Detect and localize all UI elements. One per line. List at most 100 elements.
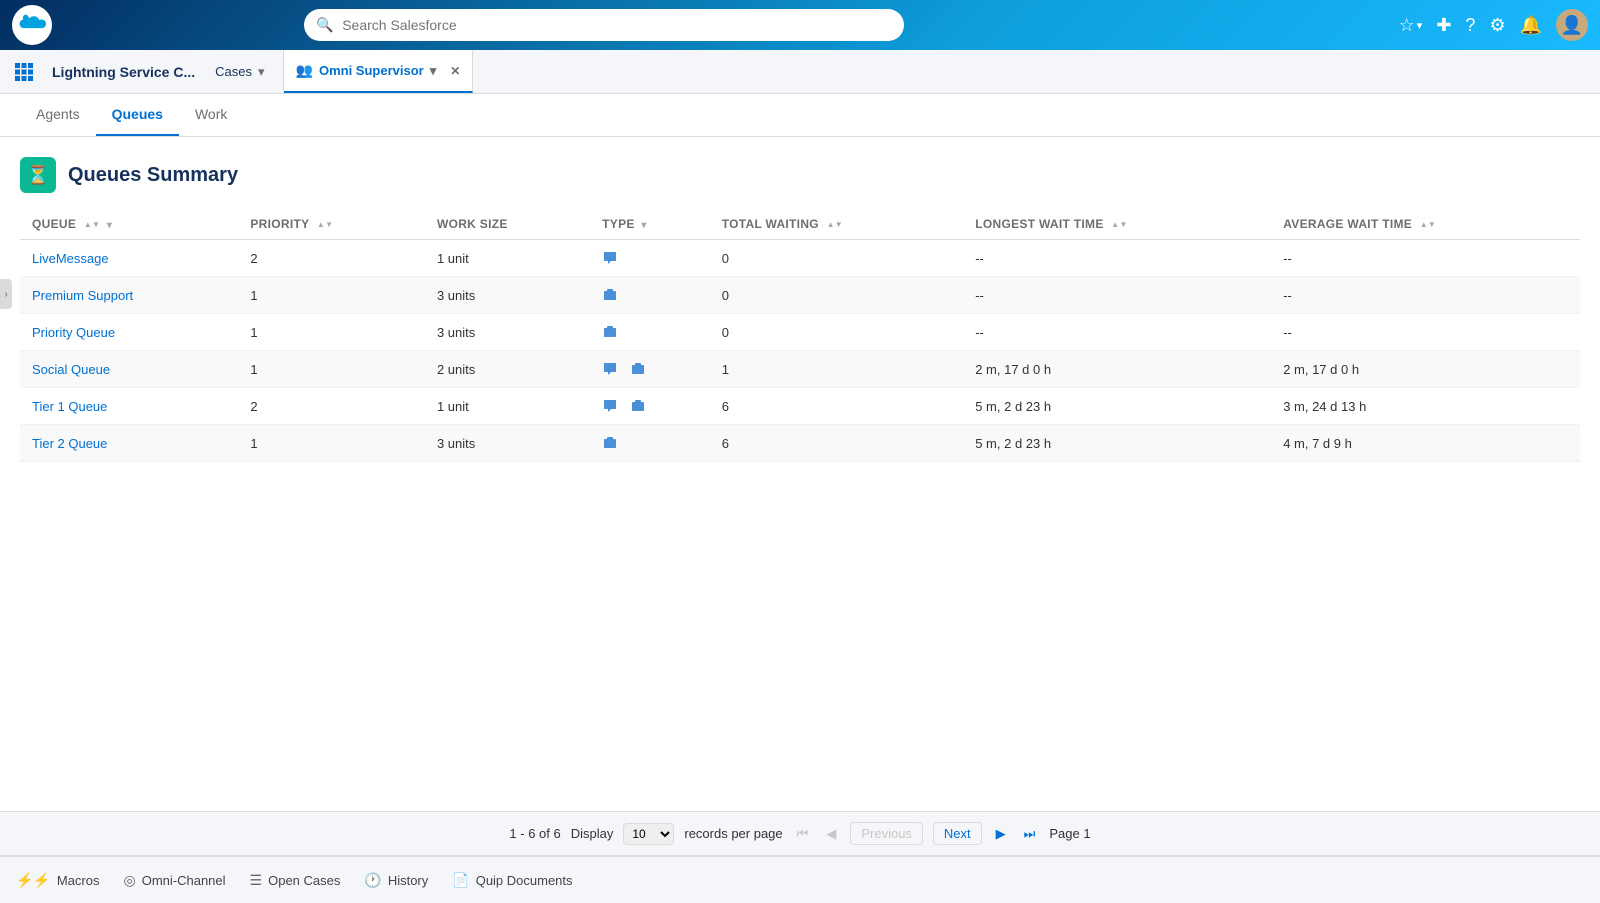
waffle-icon[interactable] bbox=[8, 56, 40, 88]
type-filter-icon[interactable]: ▾ bbox=[641, 220, 646, 231]
cell-queue-1: Premium Support bbox=[20, 277, 238, 314]
cell-avg-wait-5: 4 m, 7 d 9 h bbox=[1271, 425, 1580, 462]
cell-total-waiting-2: 0 bbox=[710, 314, 964, 351]
queue-link-1[interactable]: Premium Support bbox=[32, 288, 133, 303]
cell-longest-wait-2: -- bbox=[963, 314, 1271, 351]
search-icon: 🔍 bbox=[316, 17, 333, 34]
total-waiting-sort-icon[interactable]: ▲▼ bbox=[827, 221, 843, 229]
col-queue: QUEUE ▲▼ ▾ bbox=[20, 209, 238, 240]
settings-icon[interactable]: ⚙ bbox=[1489, 15, 1505, 36]
hourglass-icon: ⏳ bbox=[20, 157, 56, 193]
section-title: Queues Summary bbox=[68, 164, 238, 187]
display-label: Display bbox=[571, 826, 614, 841]
queue-filter-icon[interactable]: ▾ bbox=[107, 220, 112, 231]
bottom-omni-channel[interactable]: ◎ Omni-Channel bbox=[124, 872, 226, 889]
people-icon: 👥 bbox=[296, 62, 313, 79]
previous-button[interactable]: Previous bbox=[850, 822, 923, 845]
col-total-waiting: TOTAL WAITING ▲▼ bbox=[710, 209, 964, 240]
longest-wait-sort-icon[interactable]: ▲▼ bbox=[1111, 221, 1127, 229]
queue-sort-icon[interactable]: ▲▼ bbox=[84, 221, 100, 229]
queues-table: QUEUE ▲▼ ▾ PRIORITY ▲▼ WORK SIZE TYPE ▾ bbox=[20, 209, 1580, 462]
list-icon: ☰ bbox=[250, 872, 263, 889]
tab-omni-close[interactable]: ✕ bbox=[450, 64, 460, 78]
cell-type-0 bbox=[590, 240, 710, 277]
sub-tab-work[interactable]: Work bbox=[179, 94, 243, 136]
prev-icon-button[interactable]: ◀ bbox=[822, 824, 840, 844]
col-type: TYPE ▾ bbox=[590, 209, 710, 240]
salesforce-logo[interactable] bbox=[12, 5, 52, 45]
avatar[interactable]: 👤 bbox=[1556, 9, 1588, 41]
macro-icon: ⚡⚡ bbox=[16, 872, 51, 889]
queue-link-2[interactable]: Priority Queue bbox=[32, 325, 115, 340]
cell-longest-wait-0: -- bbox=[963, 240, 1271, 277]
top-nav-right: ☆ ▾ ✚ ? ⚙ 🔔 👤 bbox=[1399, 9, 1588, 41]
bottom-macros-label: Macros bbox=[57, 873, 100, 888]
cell-work-size-1: 3 units bbox=[425, 277, 590, 314]
col-work-size: WORK SIZE bbox=[425, 209, 590, 240]
sub-tab-agents[interactable]: Agents bbox=[20, 94, 96, 136]
cell-type-3 bbox=[590, 351, 710, 388]
tab-omni-dropdown[interactable]: ▾ bbox=[424, 63, 443, 79]
last-page-button[interactable]: ⏭ bbox=[1020, 824, 1040, 844]
tab-cases[interactable]: Cases ▾ bbox=[203, 50, 283, 93]
main-content: › Agents Queues Work ⏳ Queues Summary QU… bbox=[0, 94, 1600, 855]
tab-omni-supervisor[interactable]: 👥 Omni Supervisor ▾ ✕ bbox=[284, 50, 474, 93]
cell-type-2 bbox=[590, 314, 710, 351]
pagination-bar: 1 - 6 of 6 Display 102550100 records per… bbox=[0, 811, 1600, 855]
omni-icon: ◎ bbox=[124, 872, 136, 889]
cell-work-size-3: 2 units bbox=[425, 351, 590, 388]
queue-link-0[interactable]: LiveMessage bbox=[32, 251, 109, 266]
sub-tab-queues[interactable]: Queues bbox=[96, 94, 179, 136]
cell-queue-5: Tier 2 Queue bbox=[20, 425, 238, 462]
next-button[interactable]: Next bbox=[933, 822, 982, 845]
bottom-quip[interactable]: 📄 Quip Documents bbox=[452, 872, 572, 889]
cell-work-size-4: 1 unit bbox=[425, 388, 590, 425]
bottom-omni-label: Omni-Channel bbox=[142, 873, 226, 888]
bottom-bar: ⚡⚡ Macros ◎ Omni-Channel ☰ Open Cases 🕐 … bbox=[0, 855, 1600, 903]
cell-type-4 bbox=[590, 388, 710, 425]
avg-wait-sort-icon[interactable]: ▲▼ bbox=[1420, 221, 1436, 229]
page-label: Page 1 bbox=[1049, 826, 1090, 841]
sidebar-toggle[interactable]: › bbox=[0, 279, 12, 309]
cell-longest-wait-5: 5 m, 2 d 23 h bbox=[963, 425, 1271, 462]
bottom-quip-label: Quip Documents bbox=[476, 873, 573, 888]
search-bar: 🔍 bbox=[304, 9, 904, 41]
col-longest-wait: LONGEST WAIT TIME ▲▼ bbox=[963, 209, 1271, 240]
doc-icon: 📄 bbox=[452, 872, 469, 889]
cell-total-waiting-3: 1 bbox=[710, 351, 964, 388]
cell-type-1 bbox=[590, 277, 710, 314]
cell-priority-3: 1 bbox=[238, 351, 425, 388]
queue-link-5[interactable]: Tier 2 Queue bbox=[32, 436, 107, 451]
bottom-macros[interactable]: ⚡⚡ Macros bbox=[16, 872, 100, 889]
bottom-history-label: History bbox=[388, 873, 428, 888]
cell-type-5 bbox=[590, 425, 710, 462]
priority-sort-icon[interactable]: ▲▼ bbox=[317, 221, 333, 229]
bottom-history[interactable]: 🕐 History bbox=[364, 872, 428, 889]
col-avg-wait: AVERAGE WAIT TIME ▲▼ bbox=[1271, 209, 1580, 240]
cell-work-size-0: 1 unit bbox=[425, 240, 590, 277]
notifications-icon[interactable]: 🔔 bbox=[1520, 15, 1542, 36]
cell-priority-2: 1 bbox=[238, 314, 425, 351]
help-icon[interactable]: ? bbox=[1465, 15, 1475, 36]
col-priority: PRIORITY ▲▼ bbox=[238, 209, 425, 240]
favorites-icon[interactable]: ☆ ▾ bbox=[1399, 15, 1423, 36]
clock-icon: 🕐 bbox=[364, 872, 381, 889]
next-icon-button[interactable]: ▶ bbox=[992, 824, 1010, 844]
bottom-open-cases[interactable]: ☰ Open Cases bbox=[250, 872, 341, 889]
table-row: Social Queue 1 2 units 1 2 m, 17 d 0 h 2… bbox=[20, 351, 1580, 388]
cell-longest-wait-3: 2 m, 17 d 0 h bbox=[963, 351, 1271, 388]
cell-total-waiting-1: 0 bbox=[710, 277, 964, 314]
cell-total-waiting-0: 0 bbox=[710, 240, 964, 277]
tab-cases-dropdown[interactable]: ▾ bbox=[252, 64, 271, 80]
queue-link-4[interactable]: Tier 1 Queue bbox=[32, 399, 107, 414]
per-page-select[interactable]: 102550100 bbox=[623, 823, 674, 845]
queue-link-3[interactable]: Social Queue bbox=[32, 362, 110, 377]
cell-priority-4: 2 bbox=[238, 388, 425, 425]
cell-longest-wait-4: 5 m, 2 d 23 h bbox=[963, 388, 1271, 425]
add-icon[interactable]: ✚ bbox=[1436, 15, 1451, 36]
records-info: 1 - 6 of 6 bbox=[509, 826, 560, 841]
table-row: Priority Queue 1 3 units 0 -- -- bbox=[20, 314, 1580, 351]
first-page-button[interactable]: ⏮ bbox=[793, 824, 813, 844]
search-input[interactable] bbox=[304, 9, 904, 41]
cell-avg-wait-0: -- bbox=[1271, 240, 1580, 277]
